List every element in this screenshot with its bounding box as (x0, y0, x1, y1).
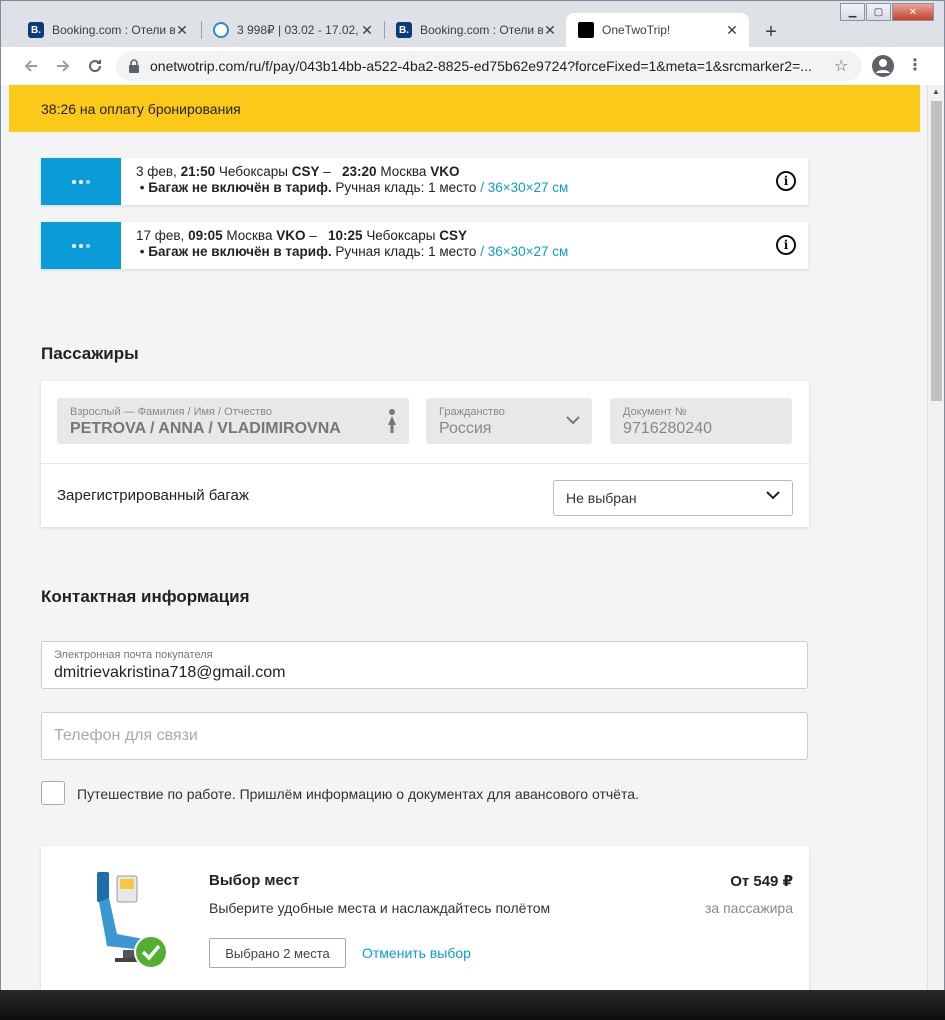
tab-onetwotrip[interactable]: OneTwoTrip! ✕ (566, 13, 749, 47)
selected-seats-button[interactable]: Выбрано 2 места (209, 938, 346, 968)
browser-window: B. Booking.com : Отели в ✕ 3 998₽ | 03.0… (0, 0, 945, 991)
tab-booking-2[interactable]: B. Booking.com : Отели в ✕ (384, 13, 567, 47)
lock-icon (129, 59, 139, 73)
browser-toolbar: onetwotrip.com/ru/f/pay/043b14bb-a522-4b… (1, 47, 944, 85)
flight-route-line: 3 фев, 21:50 Чебоксары CSY – 23:20 Москв… (136, 164, 460, 179)
female-person-icon (388, 409, 396, 433)
flight-segment-return: 17 фев, 09:05 Москва VKO – 10:25 Чебокса… (41, 222, 808, 269)
arrow-right-icon (57, 60, 70, 72)
tab-booking-1[interactable]: B. Booking.com : Отели в ✕ (16, 13, 199, 47)
airline-logo (41, 222, 121, 269)
payment-timer-banner: 38:26 на оплату бронирования (9, 85, 920, 132)
seat-selection-title: Выбор мест (209, 872, 300, 889)
bookmark-star-icon[interactable]: ☆ (834, 56, 862, 76)
page-viewport: 38:26 на оплату бронирования 3 фев, 21:5… (1, 85, 944, 991)
seat-selection-description: Выберите удобные места и наслаждайтесь п… (209, 900, 551, 916)
hand-luggage-size-link[interactable]: 36×30×27 см (488, 244, 569, 259)
page-scrollbar[interactable]: ▲ (927, 85, 944, 991)
profile-avatar-icon[interactable] (871, 54, 895, 78)
passengers-title: Пассажиры (41, 344, 139, 363)
minimize-button[interactable]: ▁ (840, 3, 865, 21)
baggage-line: • Багаж не включён в тариф. Ручная кладь… (136, 244, 569, 259)
contact-title: Контактная информация (41, 587, 250, 606)
tab-ozon-travel[interactable]: 3 998₽ | 03.02 - 17.02, ✕ (201, 13, 384, 47)
flight-segment-outbound: 3 фев, 21:50 Чебоксары CSY – 23:20 Москв… (41, 158, 808, 205)
scrollbar-thumb[interactable] (931, 101, 942, 401)
address-bar[interactable]: onetwotrip.com/ru/f/pay/043b14bb-a522-4b… (116, 51, 862, 81)
tab-title: Booking.com : Отели в (420, 23, 543, 37)
tab-title: Booking.com : Отели в (52, 23, 175, 37)
maximize-button[interactable]: ▢ (866, 3, 891, 21)
airplane-seat-icon (97, 872, 168, 969)
close-icon[interactable]: ✕ (725, 22, 739, 39)
tab-strip: B. Booking.com : Отели в ✕ 3 998₽ | 03.0… (1, 1, 944, 47)
briefcase-icon (578, 22, 594, 38)
airline-logo (41, 158, 121, 205)
phone-field[interactable]: Телефон для связи (41, 712, 808, 760)
seat-price-unit: за пассажира (704, 900, 793, 916)
window-close-button[interactable]: ✕ (892, 3, 934, 21)
info-icon[interactable]: i (776, 235, 796, 255)
hand-luggage-size-link[interactable]: 36×30×27 см (488, 180, 569, 195)
new-tab-button[interactable]: + (757, 18, 785, 46)
close-icon[interactable]: ✕ (175, 22, 189, 39)
reload-icon (89, 60, 102, 73)
document-number-field[interactable]: Документ № 9716280240 (610, 398, 792, 444)
baggage-line: • Багаж не включён в тариф. Ручная кладь… (136, 180, 569, 195)
seat-selection-card: Выбор мест Выберите удобные места и насл… (41, 846, 809, 991)
business-trip-label: Путешествие по работе. Пришлём информаци… (77, 786, 639, 802)
chevron-down-icon (766, 491, 780, 500)
back-button[interactable] (18, 53, 44, 79)
booking-icon: B. (396, 22, 412, 38)
scroll-up-arrow-icon[interactable]: ▲ (932, 87, 940, 96)
ozon-travel-icon (213, 22, 229, 38)
checked-baggage-select[interactable]: Не выбран (553, 480, 793, 516)
checked-baggage-label: Зарегистрированный багаж (57, 487, 249, 504)
tab-title: OneTwoTrip! (602, 23, 671, 37)
flight-info: 17 фев, 09:05 Москва VKO – 10:25 Чебокса… (121, 222, 808, 269)
flight-info: 3 фев, 21:50 Чебоксары CSY – 23:20 Москв… (121, 158, 808, 205)
close-icon[interactable]: ✕ (360, 22, 374, 39)
chevron-down-icon (566, 416, 580, 425)
seat-price: От 549 ₽ (730, 873, 793, 890)
url-text: onetwotrip.com/ru/f/pay/043b14bb-a522-4b… (150, 58, 812, 74)
booking-icon: B. (28, 22, 44, 38)
taskbar (0, 990, 945, 1020)
citizenship-select[interactable]: Гражданство Россия (426, 398, 592, 444)
cancel-selection-link[interactable]: Отменить выбор (362, 945, 471, 961)
divider (41, 463, 809, 464)
passenger-card: Взрослый — Фамилия / Имя / Отчество PETR… (41, 381, 809, 527)
menu-dots-icon[interactable]: ⋮ (907, 55, 923, 75)
timer-text: 38:26 на оплату бронирования (41, 100, 241, 117)
flight-route-line: 17 фев, 09:05 Москва VKO – 10:25 Чебокса… (136, 228, 467, 243)
tab-title: 3 998₽ | 03.02 - 17.02, (237, 23, 359, 37)
passenger-name-field[interactable]: Взрослый — Фамилия / Имя / Отчество PETR… (57, 398, 409, 444)
close-icon[interactable]: ✕ (543, 22, 557, 39)
email-field[interactable]: Электронная почта покупателя dmitrievakr… (41, 641, 808, 689)
arrow-left-icon (24, 60, 37, 72)
forward-button[interactable] (50, 53, 76, 79)
info-icon[interactable]: i (776, 171, 796, 191)
business-trip-checkbox[interactable] (41, 781, 65, 805)
reload-button[interactable] (82, 53, 108, 79)
